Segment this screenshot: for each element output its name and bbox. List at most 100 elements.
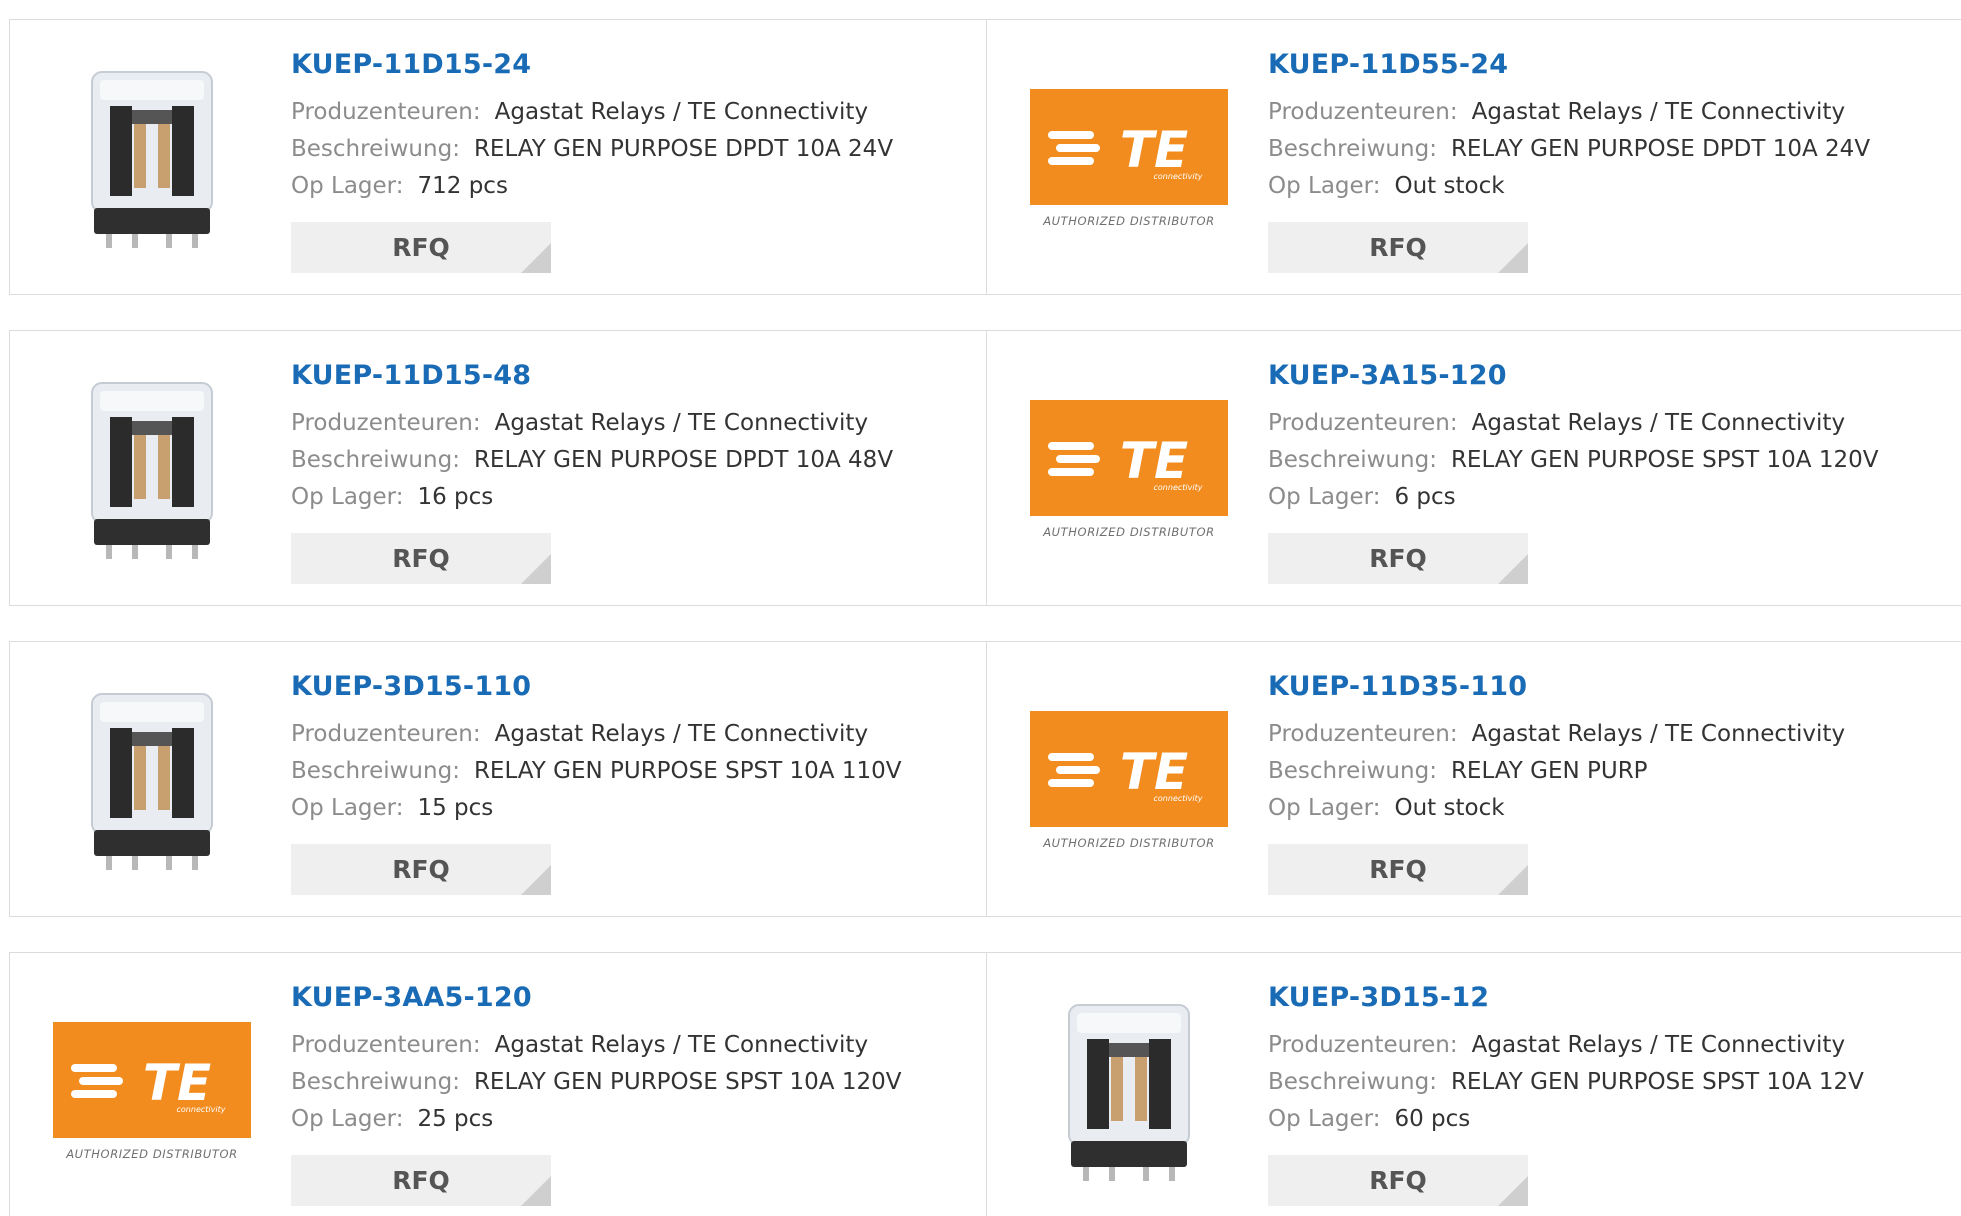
- stock-line: Op Lager: 712 pcs: [291, 168, 893, 205]
- product-image[interactable]: TE connectivity AUTHORIZED DISTRIBUTOR: [1025, 363, 1233, 575]
- manufacturer-line: Produzenteuren: Agastat Relays / TE Conne…: [291, 94, 893, 131]
- manufacturer-value: Agastat Relays / TE Connectivity: [494, 721, 869, 747]
- product-part-link[interactable]: KUEP-11D55-24: [1268, 48, 1870, 82]
- rfq-button[interactable]: RFQ: [291, 844, 551, 895]
- description-label: Beschreiwung:: [1268, 1069, 1437, 1095]
- description-label: Beschreiwung:: [1268, 136, 1437, 162]
- stock-label: Op Lager:: [1268, 484, 1381, 510]
- stock-value: 60 pcs: [1394, 1106, 1471, 1132]
- stock-line: Op Lager: 60 pcs: [1268, 1101, 1864, 1138]
- te-logo-badge: TE connectivity: [1030, 399, 1228, 516]
- product-part-link[interactable]: KUEP-11D15-48: [291, 359, 893, 393]
- product-part-link[interactable]: KUEP-11D35-110: [1268, 670, 1845, 704]
- stock-value: Out stock: [1394, 795, 1505, 821]
- product-info: KUEP-11D55-24 Produzenteuren: Agastat Rel…: [1268, 48, 1870, 205]
- manufacturer-value: Agastat Relays / TE Connectivity: [1471, 721, 1846, 747]
- te-logo-mark: TEconnectivity: [1048, 743, 1203, 803]
- product-row: KUEP-11D15-48 Produzenteuren: Agastat Rel…: [9, 330, 1961, 606]
- product-image[interactable]: [48, 363, 256, 575]
- rfq-corner-decoration: [1498, 243, 1528, 273]
- rfq-button[interactable]: RFQ: [1268, 222, 1528, 273]
- product-image[interactable]: [48, 52, 256, 264]
- te-logo-text: TE: [1120, 743, 1188, 801]
- product-part-link[interactable]: KUEP-3D15-110: [291, 670, 901, 704]
- stock-value: Out stock: [1394, 173, 1505, 199]
- manufacturer-label: Produzenteuren:: [291, 99, 481, 125]
- rfq-button[interactable]: RFQ: [1268, 533, 1528, 584]
- product-info: KUEP-11D15-24 Produzenteuren: Agastat Rel…: [291, 48, 893, 205]
- product-card: TE connectivity AUTHORIZED DISTRIBUTOR KUE…: [986, 330, 1961, 606]
- manufacturer-label: Produzenteuren:: [291, 721, 481, 747]
- stock-value: 16 pcs: [417, 484, 494, 510]
- stock-label: Op Lager:: [1268, 795, 1381, 821]
- manufacturer-label: Produzenteuren:: [1268, 410, 1458, 436]
- description-line: Beschreiwung: RELAY GEN PURPOSE SPST 10A …: [291, 753, 901, 790]
- manufacturer-line: Produzenteuren: Agastat Relays / TE Conne…: [1268, 94, 1870, 131]
- description-line: Beschreiwung: RELAY GEN PURPOSE SPST 10A …: [291, 1064, 901, 1101]
- rfq-label: RFQ: [392, 855, 450, 884]
- rfq-label: RFQ: [1369, 855, 1427, 884]
- product-part-link[interactable]: KUEP-11D15-24: [291, 48, 893, 82]
- stock-value: 6 pcs: [1394, 484, 1456, 510]
- manufacturer-label: Produzenteuren:: [291, 410, 481, 436]
- description-line: Beschreiwung: RELAY GEN PURPOSE DPDT 10A …: [1268, 131, 1870, 168]
- product-image[interactable]: [48, 674, 256, 886]
- te-logo-badge: TE connectivity: [1030, 88, 1228, 205]
- stock-line: Op Lager: 6 pcs: [1268, 479, 1878, 516]
- relay-photo: [91, 71, 213, 248]
- rfq-button[interactable]: RFQ: [291, 222, 551, 273]
- te-logo-mark: TEconnectivity: [1048, 121, 1203, 181]
- description-label: Beschreiwung:: [291, 1069, 460, 1095]
- stock-line: Op Lager: 25 pcs: [291, 1101, 901, 1138]
- manufacturer-label: Produzenteuren:: [1268, 1032, 1458, 1058]
- description-line: Beschreiwung: RELAY GEN PURPOSE DPDT 10A …: [291, 442, 893, 479]
- te-authorized-distributor-logo: TE connectivity AUTHORIZED DISTRIBUTOR: [1029, 88, 1229, 228]
- te-logo-mark: TEconnectivity: [71, 1054, 226, 1114]
- product-row: KUEP-11D15-24 Produzenteuren: Agastat Rel…: [9, 19, 1961, 295]
- product-part-link[interactable]: KUEP-3A15-120: [1268, 359, 1878, 393]
- product-image[interactable]: TE connectivity AUTHORIZED DISTRIBUTOR: [1025, 52, 1233, 264]
- manufacturer-line: Produzenteuren: Agastat Relays / TE Conne…: [1268, 1027, 1864, 1064]
- product-info: KUEP-11D35-110 Produzenteuren: Agastat Re…: [1268, 670, 1845, 827]
- rfq-corner-decoration: [1498, 865, 1528, 895]
- manufacturer-label: Produzenteuren:: [1268, 721, 1458, 747]
- description-value: RELAY GEN PURPOSE DPDT 10A 24V: [473, 136, 894, 162]
- product-part-link[interactable]: KUEP-3D15-12: [1268, 981, 1864, 1015]
- rfq-button[interactable]: RFQ: [1268, 844, 1528, 895]
- rfq-corner-decoration: [521, 865, 551, 895]
- product-image[interactable]: TE connectivity AUTHORIZED DISTRIBUTOR: [48, 985, 256, 1197]
- stock-value: 25 pcs: [417, 1106, 494, 1132]
- stock-line: Op Lager: Out stock: [1268, 790, 1845, 827]
- product-image[interactable]: TE connectivity AUTHORIZED DISTRIBUTOR: [1025, 674, 1233, 886]
- product-card: KUEP-11D15-48 Produzenteuren: Agastat Rel…: [9, 330, 988, 606]
- stock-label: Op Lager:: [291, 173, 404, 199]
- product-card: KUEP-11D15-24 Produzenteuren: Agastat Rel…: [9, 19, 988, 295]
- te-logo-text: TE: [1120, 121, 1188, 179]
- relay-photo: [91, 693, 213, 870]
- product-part-link[interactable]: KUEP-3AA5-120: [291, 981, 901, 1015]
- product-info: KUEP-3D15-110 Produzenteuren: Agastat Rel…: [291, 670, 901, 827]
- te-authorized-distributor-logo: TE connectivity AUTHORIZED DISTRIBUTOR: [1029, 710, 1229, 850]
- rfq-label: RFQ: [392, 233, 450, 262]
- description-line: Beschreiwung: RELAY GEN PURPOSE SPST 10A …: [1268, 1064, 1864, 1101]
- manufacturer-value: Agastat Relays / TE Connectivity: [494, 1032, 869, 1058]
- te-logo-caption: AUTHORIZED DISTRIBUTOR: [66, 1146, 238, 1161]
- rfq-button[interactable]: RFQ: [291, 1155, 551, 1206]
- rfq-button[interactable]: RFQ: [291, 533, 551, 584]
- rfq-label: RFQ: [1369, 544, 1427, 573]
- rfq-corner-decoration: [1498, 554, 1528, 584]
- product-info: KUEP-3D15-12 Produzenteuren: Agastat Rela…: [1268, 981, 1864, 1138]
- manufacturer-label: Produzenteuren:: [291, 1032, 481, 1058]
- te-logo-text: TE: [1120, 432, 1188, 490]
- product-image[interactable]: [1025, 985, 1233, 1197]
- stock-line: Op Lager: Out stock: [1268, 168, 1870, 205]
- manufacturer-line: Produzenteuren: Agastat Relays / TE Conne…: [291, 716, 901, 753]
- rfq-button[interactable]: RFQ: [1268, 1155, 1528, 1206]
- product-card: KUEP-3D15-110 Produzenteuren: Agastat Rel…: [9, 641, 988, 917]
- manufacturer-value: Agastat Relays / TE Connectivity: [1471, 410, 1846, 436]
- product-info: KUEP-3A15-120 Produzenteuren: Agastat Rel…: [1268, 359, 1878, 516]
- te-logo-mark: TEconnectivity: [1048, 432, 1203, 492]
- te-authorized-distributor-logo: TE connectivity AUTHORIZED DISTRIBUTOR: [1029, 399, 1229, 539]
- relay-photo: [1068, 1004, 1190, 1181]
- description-label: Beschreiwung:: [1268, 447, 1437, 473]
